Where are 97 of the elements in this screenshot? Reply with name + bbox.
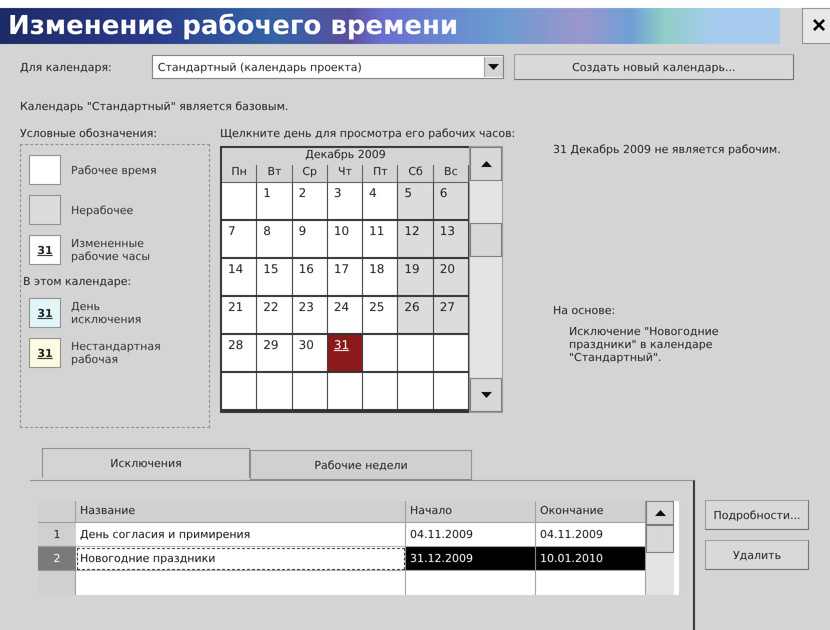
based-on-label: На основе:	[553, 304, 616, 317]
calendar-day[interactable]	[222, 373, 258, 411]
legend-label: День исключения	[71, 300, 142, 326]
calendar-day[interactable]: 4	[363, 183, 398, 221]
calendar-day[interactable]	[328, 373, 364, 411]
weekday-header: Вт	[257, 165, 293, 183]
vertical-scrollbar[interactable]	[469, 146, 503, 413]
calendar-day[interactable]	[257, 373, 293, 411]
row-number: 1	[38, 523, 76, 547]
calendar-day[interactable]	[398, 373, 434, 411]
calendar-day[interactable]: 14	[222, 259, 258, 297]
month-title: Декабрь 2009	[222, 148, 469, 165]
calendar-day[interactable]: 25	[363, 297, 398, 335]
calendar-day[interactable]: 21	[222, 297, 258, 335]
calendar-day[interactable]	[434, 335, 469, 373]
calendar-day[interactable]: 30	[292, 335, 328, 373]
scroll-down-icon	[480, 392, 492, 398]
close-button[interactable]: ×	[802, 8, 830, 44]
tab[interactable]: Рабочие недели	[250, 450, 472, 480]
calendar-day[interactable]	[292, 373, 328, 411]
weekday-header: Вс	[434, 165, 469, 183]
calendar-day[interactable]: 7	[222, 221, 258, 259]
calendar-dropdown[interactable]: Стандартный (календарь проекта)	[152, 55, 504, 79]
calendar-day[interactable]: 10	[328, 221, 364, 259]
scroll-up-icon	[480, 161, 492, 167]
base-calendar-note: Календарь "Стандартный" является базовым.	[20, 100, 290, 113]
table-cell: 31.12.2009	[406, 547, 536, 571]
legend-swatch: 31	[29, 298, 61, 328]
calendar-day[interactable]: 24	[328, 297, 364, 335]
table-cell: 04.11.2009	[536, 523, 646, 547]
calendar-day[interactable]: 29	[257, 335, 293, 373]
calendar-day[interactable]	[434, 373, 469, 411]
legend-swatch: 31	[29, 338, 61, 368]
calendar-day[interactable]: 16	[292, 259, 328, 297]
legend-label: Рабочее время	[71, 164, 158, 176]
row-number: 2	[38, 547, 76, 571]
calendar-day[interactable]: 12	[398, 221, 434, 259]
calendar-day[interactable]: 15	[257, 259, 293, 297]
column-header: Начало	[406, 501, 536, 523]
legend-label: Нестандартная рабочая	[71, 340, 161, 366]
calendar-day[interactable]: 3	[328, 183, 364, 221]
based-on-text: Исключение "Новогодние праздники" в календаре "Стандартный".	[569, 325, 720, 364]
calendar-label: Для календаря:	[20, 60, 112, 74]
dropdown-arrow-icon	[488, 64, 500, 70]
calendar-day[interactable]: 17	[328, 259, 364, 297]
calendar-day[interactable]: 22	[257, 297, 293, 335]
side-button[interactable]: Подробности...	[705, 500, 809, 530]
weekday-header: Чт	[328, 165, 364, 183]
legend-heading: В этом календаре:	[23, 275, 132, 288]
calendar-day[interactable]: 20	[434, 259, 469, 297]
calendar-day[interactable]: 26	[398, 297, 434, 335]
day-status-text: 31 Декабрь 2009 не является рабочим.	[553, 143, 782, 156]
calendar-day[interactable]: 31	[328, 335, 364, 373]
scrollbar-thumb[interactable]	[470, 222, 502, 256]
calendar-day[interactable]: 8	[257, 221, 293, 259]
calendar-day[interactable]: 11	[363, 221, 398, 259]
weekday-header: Пт	[363, 165, 398, 183]
calendar-day[interactable]	[363, 373, 398, 411]
weekday-header: Сб	[398, 165, 434, 183]
calendar-day[interactable]: 9	[292, 221, 328, 259]
calendar-day[interactable]: 13	[434, 221, 469, 259]
calendar-day[interactable]: 1	[257, 183, 293, 221]
table-cell: 10.01.2010	[536, 547, 646, 571]
legend-label: Измененные рабочие часы	[71, 237, 152, 263]
side-button[interactable]: Удалить	[705, 540, 809, 570]
calendar-day[interactable]: 19	[398, 259, 434, 297]
calendar-day[interactable]: 23	[292, 297, 328, 335]
calendar-day[interactable]: 2	[292, 183, 328, 221]
calendar-day[interactable]	[398, 335, 434, 373]
scrollbar-thumb[interactable]	[646, 525, 674, 553]
row-number	[38, 571, 76, 595]
tab[interactable]: Исключения	[42, 448, 250, 478]
legend-label: Нерабочее	[71, 204, 134, 216]
table-scrollbar[interactable]	[646, 501, 674, 595]
window-title: Изменение рабочего времени	[8, 11, 458, 41]
calendar-day[interactable]: 28	[222, 335, 258, 373]
weekday-header: Ср	[292, 165, 328, 183]
table-cell: Новогодние праздники	[76, 547, 406, 571]
legend-swatch: 31	[29, 235, 61, 265]
scroll-up-icon	[654, 510, 666, 516]
table-cell: День согласия и примирения	[76, 523, 406, 547]
new-calendar-button[interactable]: Создать новый календарь...	[514, 54, 794, 80]
calendar-day[interactable]: 27	[434, 297, 469, 335]
calendar-day[interactable]: 5	[398, 183, 434, 221]
calendar-day[interactable]	[363, 335, 398, 373]
column-header: Окончание	[536, 501, 646, 523]
legend-swatch	[29, 155, 61, 185]
calendar-day[interactable]: 18	[363, 259, 398, 297]
legend-swatch	[29, 195, 61, 225]
weekday-header: Пн	[222, 165, 258, 183]
calendar-day[interactable]	[222, 183, 258, 221]
column-header: Название	[76, 501, 406, 523]
calendar-day[interactable]: 6	[434, 183, 469, 221]
table-cell: 04.11.2009	[406, 523, 536, 547]
row-header-corner	[38, 501, 76, 523]
legend-title: Условные обозначения:	[20, 127, 158, 140]
calendar-hint: Щелкните день для просмотра его рабочих часов:	[220, 127, 516, 140]
